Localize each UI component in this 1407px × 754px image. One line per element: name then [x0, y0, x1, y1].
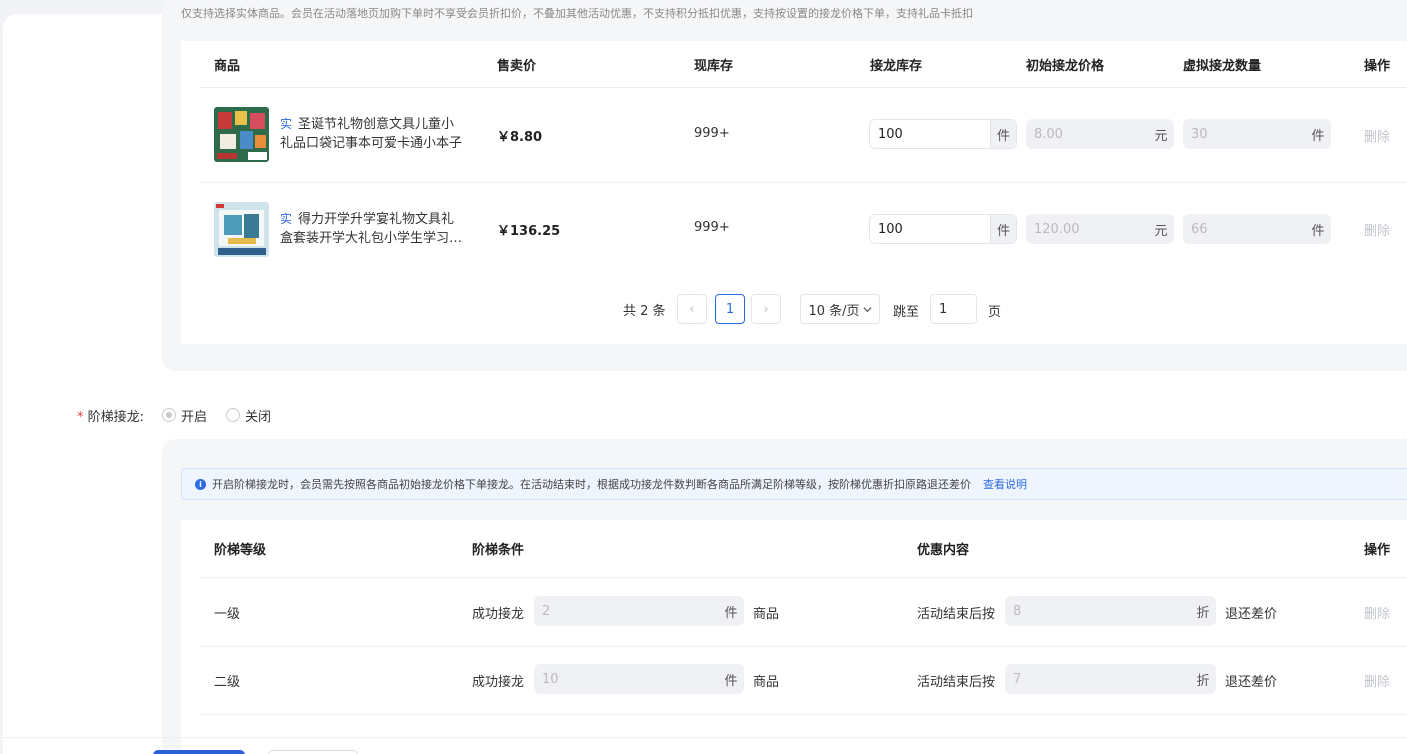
tier-discount-input: 7折	[1005, 664, 1216, 694]
tier-condition-prefix: 成功接龙	[472, 607, 525, 622]
radio-on-label[interactable]: 开启	[181, 406, 207, 425]
chevron-right-icon: ›	[763, 301, 769, 317]
product-name[interactable]: 实圣诞节礼物创意文具儿童小 礼品口袋记事本可爱卡通小本子	[280, 115, 464, 153]
relay-stock-input[interactable]: 100 件	[869, 214, 1017, 244]
chevron-left-icon: ‹	[689, 301, 695, 317]
page-number-button[interactable]: 1	[715, 294, 745, 324]
row-divider	[200, 714, 1407, 715]
virtual-qty-input: 30 件	[1183, 119, 1331, 149]
col-header-product: 商品	[214, 59, 241, 74]
tier-level: 一级	[214, 607, 241, 622]
page-size-select[interactable]: 10 条/页	[800, 294, 880, 324]
tier-discount-prefix: 活动结束后按	[917, 675, 996, 690]
tier-level: 二级	[214, 675, 241, 690]
col-header-level: 阶梯等级	[214, 543, 267, 558]
row-divider	[200, 577, 1407, 578]
col-header-init-price: 初始接龙价格	[1026, 59, 1105, 74]
tier-condition-input: 2件	[534, 596, 744, 626]
unit-label: 折	[1196, 605, 1210, 621]
tiered-notice: i 开启阶梯接龙时，会员需先按照各商品初始接龙价格下单接龙。在活动结束时，根据成…	[181, 468, 1407, 500]
tier-condition-suffix: 商品	[753, 675, 780, 690]
row-divider	[200, 182, 1407, 183]
required-mark: *	[77, 410, 84, 425]
product-image	[214, 107, 269, 162]
tier-discount-input: 8折	[1005, 596, 1216, 626]
jump-label: 跳至	[893, 305, 920, 320]
unit-label: 折	[1196, 673, 1210, 689]
delete-button[interactable]: 删除	[1364, 671, 1390, 690]
prev-page-button[interactable]: ‹	[677, 294, 707, 324]
tiered-notice-text: 开启阶梯接龙时，会员需先按照各商品初始接龙价格下单接龙。在活动结束时，根据成功接…	[212, 478, 971, 491]
tier-discount-suffix: 退还差价	[1225, 607, 1278, 622]
goods-notice-text: 仅支持选择实体商品。会员在活动落地页加购下单时不享受会员折扣价，不叠加其他活动优…	[181, 7, 973, 20]
current-stock: 999+	[694, 126, 730, 141]
product-name[interactable]: 实得力开学升学宴礼物文具礼 盒套装开学大礼包小学生学习用品	[280, 210, 464, 248]
radio-off[interactable]	[226, 408, 240, 422]
current-stock: 999+	[694, 220, 730, 235]
init-price-input: 8.00 元	[1026, 119, 1174, 149]
unit-label: 件	[990, 120, 1016, 148]
relay-stock-input[interactable]: 100 件	[869, 119, 1017, 149]
radio-off-label[interactable]: 关闭	[245, 406, 271, 425]
cancel-button[interactable]	[268, 750, 358, 754]
tier-condition-prefix: 成功接龙	[472, 675, 525, 690]
col-header-action: 操作	[1364, 59, 1391, 74]
view-explanation-link[interactable]: 查看说明	[983, 476, 1027, 492]
tier-condition-suffix: 商品	[753, 607, 780, 622]
sale-price: ￥8.80	[497, 130, 543, 145]
info-icon: i	[195, 478, 206, 490]
init-price-input: 120.00 元	[1026, 214, 1174, 244]
tier-discount-prefix: 活动结束后按	[917, 607, 996, 622]
physical-goods-tag: 实	[280, 212, 293, 226]
jump-page-input[interactable]: 1	[930, 294, 977, 324]
tier-discount-suffix: 退还差价	[1225, 675, 1278, 690]
unit-label: 件	[724, 673, 738, 689]
tiered-table	[181, 520, 1407, 754]
radio-on[interactable]	[162, 408, 176, 422]
delete-button[interactable]: 删除	[1364, 220, 1390, 239]
unit-label: 件	[1311, 128, 1325, 144]
col-header-relay-stock: 接龙库存	[870, 59, 923, 74]
delete-button[interactable]: 删除	[1364, 603, 1390, 622]
col-header-action: 操作	[1364, 543, 1391, 558]
unit-label: 件	[1311, 223, 1325, 239]
unit-label: 元	[1154, 223, 1168, 239]
tiered-relay-label: * 阶梯接龙:	[77, 410, 145, 425]
next-page-button[interactable]: ›	[751, 294, 781, 324]
unit-label: 件	[724, 605, 738, 621]
product-image	[214, 202, 269, 257]
unit-label: 件	[990, 215, 1016, 243]
submit-button[interactable]	[153, 750, 245, 754]
physical-goods-tag: 实	[280, 117, 293, 131]
col-header-current-stock: 现库存	[694, 59, 734, 74]
page-suffix: 页	[988, 305, 1002, 320]
delete-button[interactable]: 删除	[1364, 126, 1390, 145]
chevron-down-icon	[863, 306, 872, 312]
col-header-sale-price: 售卖价	[497, 59, 537, 74]
col-header-discount: 优惠内容	[917, 543, 970, 558]
virtual-qty-input: 66 件	[1183, 214, 1331, 244]
col-header-condition: 阶梯条件	[472, 543, 525, 558]
tier-condition-input: 10 件	[534, 664, 744, 694]
row-divider	[200, 87, 1407, 88]
footer-divider	[3, 737, 1407, 738]
unit-label: 元	[1154, 128, 1168, 144]
pagination-total: 共 2 条	[623, 304, 666, 319]
sale-price: ￥136.25	[497, 224, 561, 239]
row-divider	[200, 646, 1407, 647]
col-header-virtual-qty: 虚拟接龙数量	[1183, 59, 1262, 74]
